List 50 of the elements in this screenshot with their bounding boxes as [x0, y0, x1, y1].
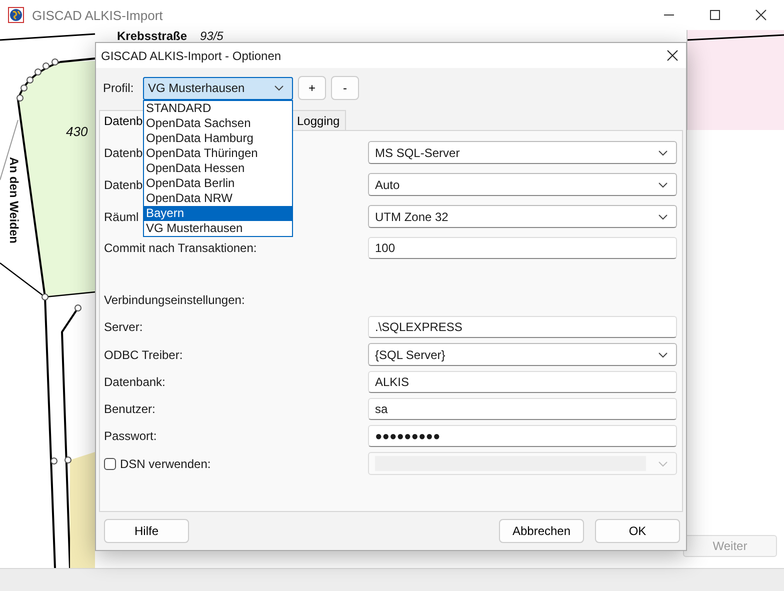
- dropdown-option[interactable]: OpenData Hamburg: [144, 130, 292, 146]
- dropdown[interactable]: {SQL Server}: [368, 343, 677, 366]
- chevron-down-icon: [658, 182, 668, 188]
- input-field[interactable]: sa: [368, 398, 677, 420]
- ok-button[interactable]: OK: [595, 519, 680, 543]
- dialog-title: GISCAD ALKIS-Import - Optionen: [101, 48, 282, 62]
- globe-icon: [8, 7, 24, 23]
- help-button[interactable]: Hilfe: [104, 519, 189, 543]
- tab[interactable]: Logging: [292, 110, 346, 130]
- close-icon[interactable]: [667, 50, 678, 61]
- field-label: Server:: [104, 320, 143, 334]
- remove-button[interactable]: -: [331, 76, 359, 100]
- field-label: Passwort:: [104, 429, 157, 443]
- dropdown-option[interactable]: STANDARD: [144, 100, 292, 116]
- field-label: Räuml: [104, 210, 139, 224]
- field-label: Benutzer:: [104, 402, 156, 416]
- field-label: Datenbank:: [104, 375, 166, 389]
- dropdown-option[interactable]: OpenData Sachsen: [144, 116, 292, 130]
- chevron-down-icon: [658, 214, 668, 220]
- field-label: Commit nach Transaktionen:: [104, 241, 257, 255]
- dropdown-option[interactable]: VG Musterhausen: [144, 220, 292, 236]
- checkbox-label: DSN verwenden:: [120, 456, 211, 470]
- dropdown-option[interactable]: OpenData NRW: [144, 190, 292, 206]
- dropdown-option[interactable]: OpenData Thüringen: [144, 146, 292, 160]
- map-label: Krebsstraße: [117, 30, 188, 42]
- field-label: Datenb: [104, 178, 143, 192]
- field-label: ODBC Treiber:: [104, 348, 183, 362]
- dropdown-option[interactable]: OpenData Berlin: [144, 176, 292, 190]
- dropdown[interactable]: Auto: [368, 173, 677, 196]
- chevron-down-icon: [274, 85, 284, 91]
- chevron-down-icon: [658, 352, 668, 358]
- window-title: GISCAD ALKIS-Import: [32, 8, 163, 22]
- chevron-down-icon: [658, 150, 668, 156]
- map-label: An den Weiden: [7, 157, 21, 244]
- dropdown-option[interactable]: Bayern: [144, 206, 292, 220]
- input-field[interactable]: ALKIS: [368, 371, 677, 393]
- dropdown[interactable]: UTM Zone 32: [368, 205, 677, 228]
- dropdown[interactable]: MS SQL-Server: [368, 141, 677, 164]
- input-field[interactable]: 100: [368, 237, 677, 259]
- input-field[interactable]: .\SQLEXPRESS: [368, 316, 677, 338]
- add-button[interactable]: +: [298, 76, 326, 100]
- section-heading: Verbindungseinstellungen:: [104, 293, 246, 307]
- dropdown-option[interactable]: OpenData Hessen: [144, 160, 292, 176]
- chevron-down-icon: [658, 460, 668, 466]
- map-label: 93/5: [200, 30, 224, 42]
- field-label: Datenb: [104, 146, 143, 160]
- map-label: 430: [66, 124, 88, 139]
- cancel-button[interactable]: Abbrechen: [499, 519, 584, 543]
- password-field[interactable]: ●●●●●●●●●: [368, 425, 677, 447]
- profile-label: Profil:: [103, 81, 135, 95]
